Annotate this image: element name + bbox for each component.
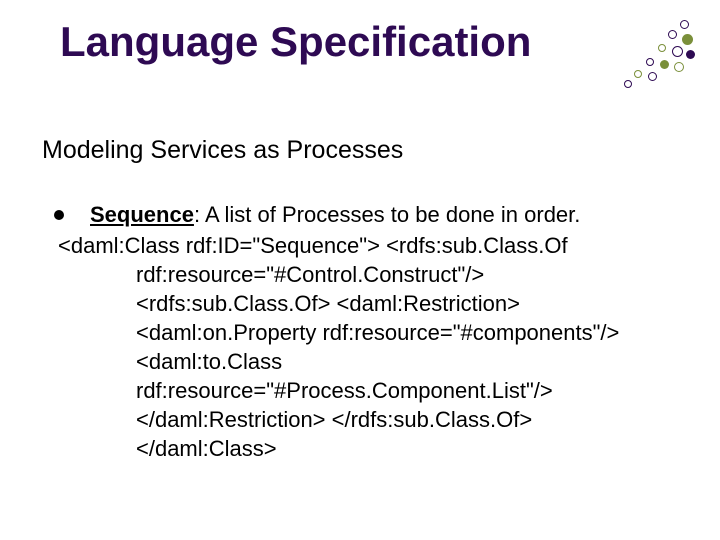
sequence-desc: : A list of Processes to be done in orde…: [194, 202, 580, 227]
code-line: rdf:resource="#Control.Construct"/>: [136, 260, 668, 289]
code-line: <daml:to.Class: [136, 347, 668, 376]
code-line: <daml:on.Property rdf:resource="#compone…: [136, 318, 668, 347]
code-line: <daml:Class rdf:ID="Sequence"> <rdfs:sub…: [58, 231, 668, 260]
code-line: </daml:Restriction> </rdfs:sub.Class.Of>: [136, 405, 668, 434]
code-line: <rdfs:sub.Class.Of> <daml:Restriction>: [136, 289, 668, 318]
bullet-icon: [54, 210, 64, 220]
slide-subtitle: Modeling Services as Processes: [42, 136, 403, 165]
slide: Language Specification Modeling Services…: [0, 0, 720, 540]
code-line: rdf:resource="#Process.Component.List"/>: [136, 376, 668, 405]
bullet-text: Sequence: A list of Processes to be done…: [90, 200, 668, 229]
corner-decoration: [624, 18, 702, 96]
slide-title: Language Specification: [60, 18, 531, 66]
slide-body: Sequence: A list of Processes to be done…: [52, 200, 668, 463]
code-block: <daml:Class rdf:ID="Sequence"> <rdfs:sub…: [58, 231, 668, 463]
bullet-item: Sequence: A list of Processes to be done…: [52, 200, 668, 229]
sequence-label: Sequence: [90, 202, 194, 227]
code-line: </daml:Class>: [136, 434, 668, 463]
